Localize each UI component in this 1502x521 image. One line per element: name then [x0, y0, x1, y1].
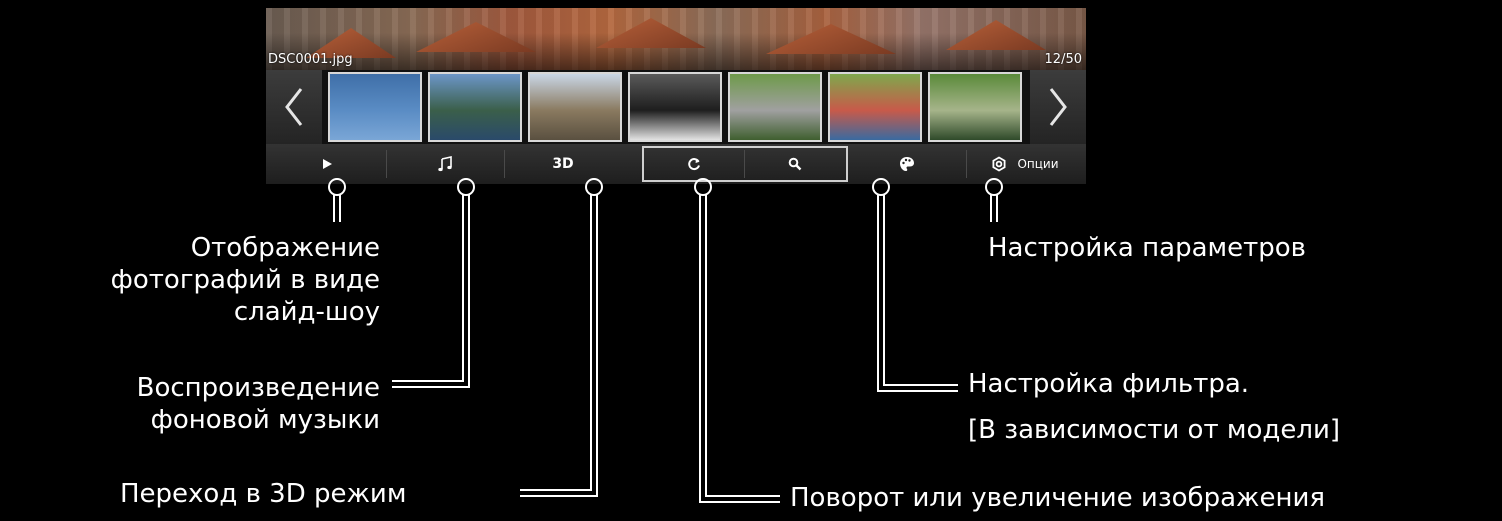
slideshow-anchor-marker	[328, 178, 346, 196]
rotate-zoom-callout: Поворот или увеличение изображения	[790, 482, 1325, 514]
slideshow-callout: Отображение фотографий в виде слайд-шоу	[111, 232, 380, 328]
callout-line: Отображение	[190, 233, 380, 263]
callout-line: фоновой музыки	[150, 405, 380, 435]
rotate-zoom-anchor-marker	[694, 178, 712, 196]
rotate-zoom-connector	[699, 195, 780, 503]
music-connector	[392, 195, 470, 388]
3d-mode-anchor-marker	[585, 178, 603, 196]
filter-connector	[883, 195, 958, 386]
callout-line: Поворот или увеличение изображения	[790, 483, 1325, 513]
callout-line: [В зависимости от модели]	[968, 415, 1341, 445]
callout-line: Настройка параметров	[988, 233, 1306, 263]
options-callout: Настройка параметров	[988, 232, 1306, 264]
filter-anchor-marker	[872, 178, 890, 196]
3d-mode-connector	[520, 195, 592, 491]
callout-line: фотографий в виде	[110, 265, 380, 295]
rotate-zoom-connector	[705, 195, 780, 497]
callout-line: Воспроизведение	[136, 373, 380, 403]
callout-line: Переход в 3D режим	[120, 479, 407, 509]
options-anchor-marker	[985, 178, 1003, 196]
filter-callout: Настройка фильтра. [В зависимости от мод…	[968, 368, 1340, 446]
callout-line: Настройка фильтра.	[968, 369, 1250, 399]
music-connector	[392, 195, 464, 382]
music-anchor-marker	[457, 178, 475, 196]
filter-connector	[877, 195, 958, 392]
3d-mode-connector	[520, 195, 598, 497]
music-callout: Воспроизведение фоновой музыки	[137, 372, 380, 436]
3d-mode-callout: Переход в 3D режим	[120, 478, 406, 510]
callout-line: слайд-шоу	[233, 297, 380, 327]
